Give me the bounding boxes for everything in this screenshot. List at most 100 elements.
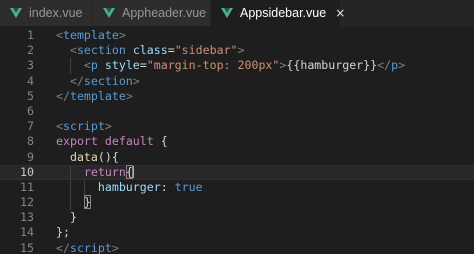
code-token: script	[62, 119, 105, 134]
code-token: :	[160, 179, 175, 194]
code-token: >	[237, 43, 245, 58]
code-token: style	[104, 58, 140, 73]
code-token: =	[139, 58, 147, 73]
code-token: =	[167, 43, 175, 58]
code-line[interactable]: 12 }	[0, 195, 474, 211]
code-text: <section class="sidebar">	[56, 43, 245, 58]
code-line[interactable]: 10 return{	[0, 164, 474, 180]
code-line[interactable]: 15 </script>	[0, 241, 474, 254]
code-line[interactable]: 8 export default {	[0, 134, 474, 149]
code-token: }	[56, 210, 77, 225]
code-token: <	[56, 43, 77, 58]
code-text: }	[56, 210, 77, 225]
code-line[interactable]: 14};	[0, 225, 474, 240]
code-text: <p style="margin-top: 200px" > {{hamburger…	[56, 58, 405, 73]
code-token: section	[83, 73, 133, 88]
code-line[interactable]: 11 hamburger: true	[0, 179, 474, 196]
code-token: return	[83, 164, 126, 179]
code-token: template	[62, 28, 119, 42]
code-line[interactable]: 3 <p style="margin-top: 200px" > {{hamburg…	[0, 58, 474, 74]
line-number: 15	[20, 240, 34, 254]
vue-icon	[10, 8, 22, 18]
close-icon[interactable]: ×	[335, 6, 345, 20]
code-token: hamburger	[97, 179, 161, 194]
code-token: >	[104, 119, 112, 134]
code-text: <script>	[56, 119, 112, 134]
code-line[interactable]: 13 }	[0, 210, 474, 225]
line-number: 9	[27, 149, 34, 164]
line-number: 8	[27, 134, 34, 149]
code-token: template	[69, 88, 126, 103]
code-token: default	[104, 134, 154, 149]
line-number: 12	[20, 195, 34, 210]
line-number: 11	[20, 179, 34, 194]
tab-label: Appsidebar.vue	[240, 6, 327, 20]
code-token: {{hamburger}}	[286, 58, 378, 73]
line-number: 4	[27, 73, 34, 88]
code-token: >	[132, 73, 140, 88]
text-cursor	[132, 166, 134, 179]
line-number: 7	[27, 119, 34, 134]
code-line[interactable]: 2 <section class="sidebar">	[0, 43, 474, 58]
code-token: "sidebar"	[174, 43, 238, 58]
line-number: 13	[20, 210, 34, 225]
code-token: true	[174, 179, 203, 194]
tab-label: index.vue	[29, 6, 83, 20]
code-token: "margin-top: 200px"	[146, 58, 280, 73]
code-token: >	[125, 88, 133, 103]
code-token: >	[111, 240, 119, 254]
tab-label: Appheader.vue	[122, 6, 207, 20]
code-line[interactable]: 7 <script>	[0, 119, 474, 134]
line-number: 2	[27, 43, 34, 58]
code-text: }	[56, 195, 91, 210]
code-token: </	[56, 88, 70, 103]
code-line[interactable]: 6	[0, 104, 474, 119]
code-token: data	[69, 149, 98, 164]
vue-icon	[103, 8, 115, 18]
code-token: <	[56, 58, 91, 73]
code-token: </	[56, 240, 70, 254]
code-token: >	[398, 58, 406, 73]
code-text: };	[56, 225, 70, 240]
line-number: 14	[20, 225, 34, 240]
tab-index-vue[interactable]: index.vue	[0, 0, 93, 26]
code-token: >	[118, 28, 126, 42]
line-number: 1	[27, 28, 34, 42]
vue-icon	[221, 8, 233, 18]
code-line[interactable]: 9 data(){	[0, 150, 474, 165]
code-token: p	[90, 58, 98, 73]
tab-appheader-vue[interactable]: Appheader.vue	[93, 0, 211, 26]
code-line[interactable]: 4 </section>	[0, 74, 474, 89]
code-token: script	[69, 240, 112, 254]
code-text: <template>	[56, 28, 126, 43]
code-token: section	[76, 43, 126, 58]
code-token: <	[56, 28, 63, 42]
line-number: 10	[20, 164, 34, 179]
code-token: class	[132, 43, 168, 58]
tab-appsidebar-vue[interactable]: Appsidebar.vue ×	[211, 0, 345, 26]
code-area[interactable]: 1 <template> 2 <section class="sidebar"> 3 …	[0, 28, 474, 254]
code-token: export	[56, 134, 98, 149]
line-number: 5	[27, 88, 34, 103]
code-token: {	[153, 134, 168, 149]
code-line[interactable]: 1 <template>	[0, 28, 474, 43]
code-token: (){	[97, 149, 119, 164]
code-text: export default {	[56, 134, 168, 149]
code-token: <	[56, 119, 63, 134]
code-token: };	[56, 225, 70, 240]
tab-bar: index.vue Appheader.vue Appsidebar.vue ×	[0, 0, 474, 26]
code-token: </	[377, 58, 392, 73]
code-text: </section>	[56, 74, 140, 89]
code-line[interactable]: 5 </template>	[0, 89, 474, 104]
line-number: 3	[27, 58, 34, 73]
matching-bracket: {	[125, 164, 133, 179]
matching-bracket: }	[83, 195, 91, 210]
code-text: </script>	[56, 241, 119, 254]
